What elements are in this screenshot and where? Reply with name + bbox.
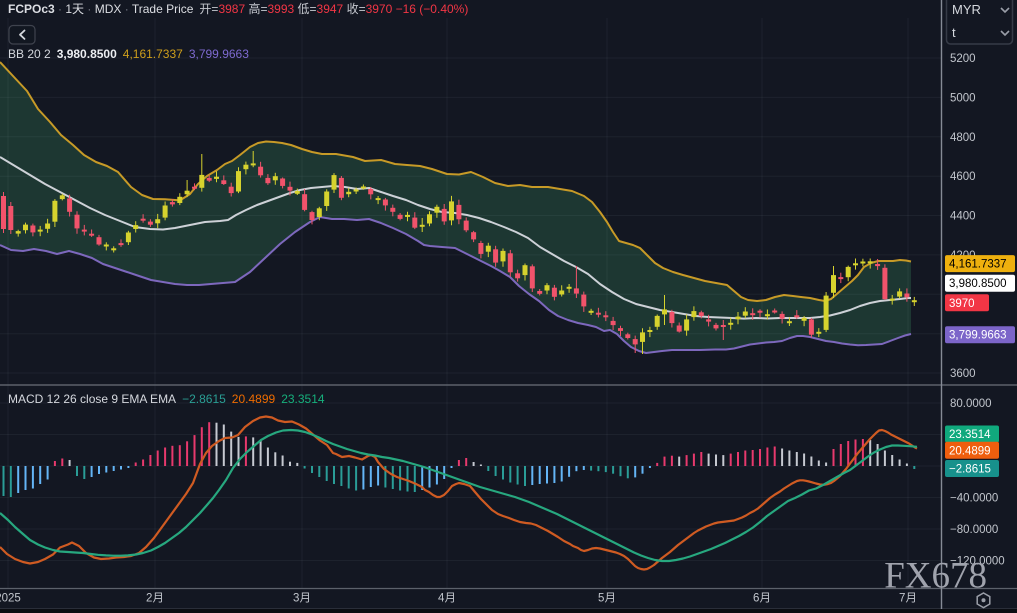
svg-text:4800: 4800: [950, 132, 976, 144]
svg-text:−80.0000: −80.0000: [950, 524, 998, 536]
svg-text:4,161.7337: 4,161.7337: [949, 259, 1007, 271]
svg-text:FCPOc3 · 1天 · MDX · Trade Pric: FCPOc3 · 1天 · MDX · Trade Price 开=3987 高…: [8, 1, 468, 16]
svg-text:2025: 2025: [0, 593, 21, 605]
svg-text:BB 20 2 3,980.8500 4,161.7337: BB 20 2 3,980.8500 4,161.7337 3,799.9663: [8, 47, 249, 61]
svg-text:4月: 4月: [438, 593, 456, 605]
svg-text:20.4899: 20.4899: [949, 445, 991, 457]
svg-text:−2.8615: −2.8615: [949, 464, 991, 476]
svg-text:4400: 4400: [950, 211, 976, 223]
svg-text:2月: 2月: [146, 593, 164, 605]
svg-text:3,980.8500: 3,980.8500: [949, 278, 1007, 290]
svg-text:3月: 3月: [293, 593, 311, 605]
svg-text:3,799.9663: 3,799.9663: [949, 330, 1007, 342]
svg-text:5200: 5200: [950, 53, 976, 65]
svg-text:6月: 6月: [753, 593, 771, 605]
svg-text:5000: 5000: [950, 92, 976, 104]
svg-text:5月: 5月: [598, 593, 616, 605]
svg-text:23.3514: 23.3514: [949, 429, 991, 441]
svg-text:3600: 3600: [950, 368, 976, 380]
svg-text:3970: 3970: [949, 298, 975, 310]
svg-text:t: t: [952, 25, 956, 40]
svg-text:MACD 12 26 close 9 EMA EMA −2.: MACD 12 26 close 9 EMA EMA −2.8615 20.48…: [8, 392, 325, 406]
svg-text:FX678: FX678: [884, 556, 987, 597]
svg-text:80.0000: 80.0000: [950, 398, 992, 410]
svg-text:MYR: MYR: [952, 2, 981, 17]
svg-text:4600: 4600: [950, 171, 976, 183]
svg-text:−40.0000: −40.0000: [950, 493, 998, 505]
